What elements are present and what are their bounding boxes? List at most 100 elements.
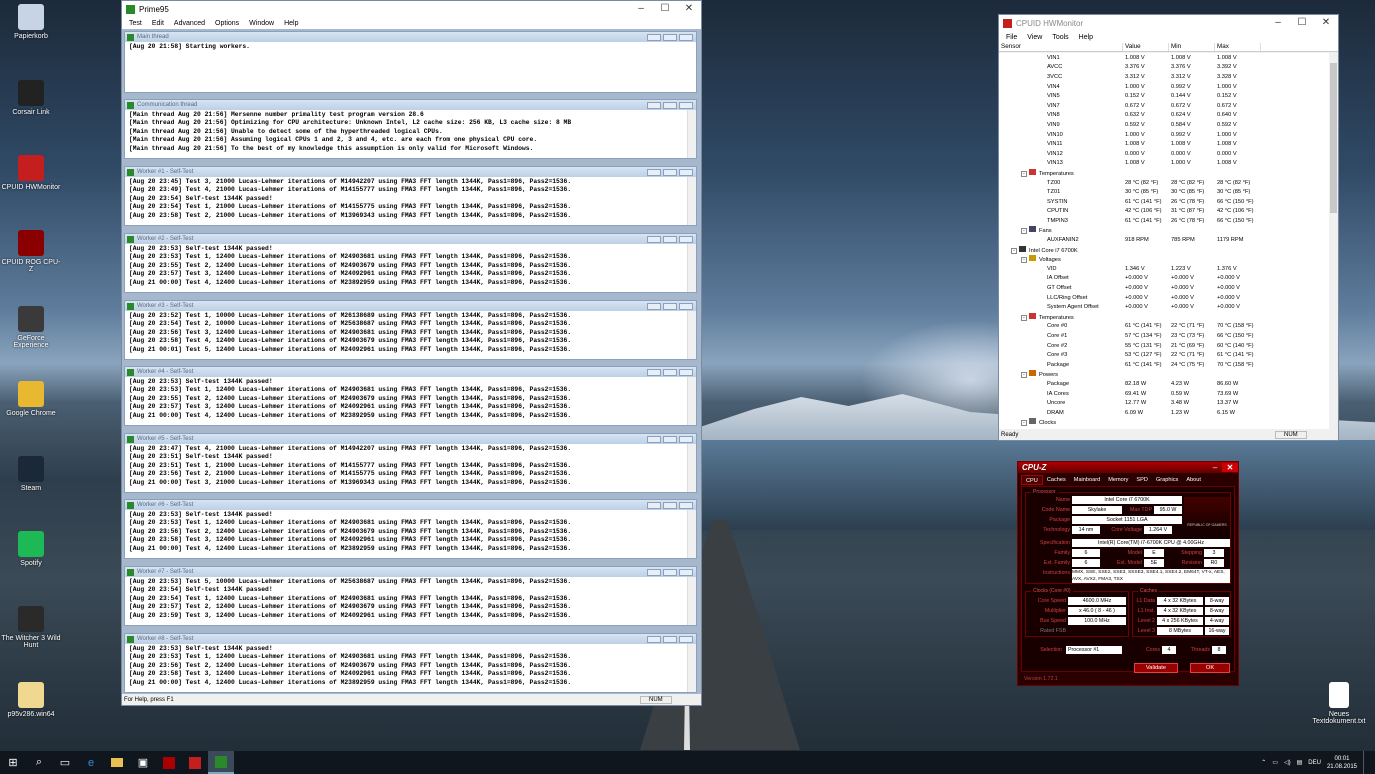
pane-titlebar[interactable]: Worker #7 - Self-Test bbox=[125, 567, 696, 577]
pane-log[interactable]: [Aug 20 23:47] Test 4, 21000 Lucas-Lehme… bbox=[125, 444, 696, 487]
pane-titlebar[interactable]: Worker #6 - Self-Test bbox=[125, 500, 696, 510]
sensor-row[interactable]: IA Cores 69.41 W 0.59 W 73.69 W bbox=[999, 389, 1329, 399]
pane-maximize-button[interactable] bbox=[663, 635, 677, 643]
pane-maximize-button[interactable] bbox=[663, 435, 677, 443]
pane-minimize-button[interactable] bbox=[647, 235, 661, 243]
close-button[interactable]: ✕ bbox=[677, 1, 701, 17]
pane-log[interactable]: [Aug 20 23:53] Self-test 1344K passed! [A… bbox=[125, 510, 696, 553]
notification-icon[interactable]: ▤ bbox=[1297, 759, 1303, 766]
desktop-icon-p95v286-win64[interactable]: p95v286.win64 bbox=[0, 682, 62, 718]
pane-scrollbar[interactable] bbox=[687, 510, 696, 558]
menu-window[interactable]: Window bbox=[244, 20, 279, 27]
sensor-row[interactable]: VIN5 0.152 V 0.144 V 0.152 V bbox=[999, 91, 1329, 101]
desktop-icon-papierkorb[interactable]: Papierkorb bbox=[0, 4, 62, 40]
tab-memory[interactable]: Memory bbox=[1104, 475, 1132, 485]
sensor-row[interactable]: CPUTIN 42 °C (106 °F) 31 °C (87 °F) 42 °C (… bbox=[999, 207, 1329, 217]
sensor-row[interactable]: Core #0 61 °C (141 °F) 22 °C (71 °F) 70 °C … bbox=[999, 322, 1329, 332]
pane-minimize-button[interactable] bbox=[647, 101, 661, 109]
sensor-row[interactable]: TZ00 28 °C (82 °F) 28 °C (82 °F) 28 °C (82 … bbox=[999, 178, 1329, 188]
pane-titlebar[interactable]: Worker #8 - Self-Test bbox=[125, 634, 696, 644]
sensor-row[interactable]: TZ01 30 °C (85 °F) 30 °C (85 °F) 30 °C (85 … bbox=[999, 187, 1329, 197]
tab-about[interactable]: About bbox=[1182, 475, 1205, 485]
sensor-row[interactable]: LLC/Ring Offset +0.000 V +0.000 V +0.000 V bbox=[999, 293, 1329, 303]
sensor-row[interactable]: VIN11 1.008 V 1.008 V 1.008 V bbox=[999, 139, 1329, 149]
sensor-row[interactable]: VIN9 0.592 V 0.584 V 0.592 V bbox=[999, 120, 1329, 130]
column-header-min[interactable]: Min bbox=[1169, 43, 1215, 51]
sensor-row[interactable]: Core #2 55 °C (131 °F) 21 °C (69 °F) 60 °C … bbox=[999, 341, 1329, 351]
sensor-row[interactable]: VIN10 1.000 V 0.992 V 1.000 V bbox=[999, 130, 1329, 140]
pane-worker-4-self-test[interactable]: Worker #4 - Self-Test [Aug 20 23:53] Self… bbox=[124, 366, 697, 426]
sensor-row[interactable]: Package 82.18 W 4.23 W 86.60 W bbox=[999, 379, 1329, 389]
desktop-icon-steam[interactable]: Steam bbox=[0, 456, 62, 492]
minimize-button[interactable]: – bbox=[1266, 15, 1290, 31]
sensor-row[interactable]: 3VCC 3.312 V 3.312 V 3.328 V bbox=[999, 72, 1329, 82]
pane-worker-7-self-test[interactable]: Worker #7 - Self-Test [Aug 20 23:53] Test… bbox=[124, 566, 697, 626]
tab-cpu[interactable]: CPU bbox=[1021, 475, 1043, 485]
pane-close-button[interactable] bbox=[679, 302, 693, 310]
pane-worker-5-self-test[interactable]: Worker #5 - Self-Test [Aug 20 23:47] Test… bbox=[124, 433, 697, 493]
sensor-row[interactable]: AVCC 3.376 V 3.376 V 3.392 V bbox=[999, 63, 1329, 73]
pane-scrollbar[interactable] bbox=[687, 311, 696, 359]
menu-advanced[interactable]: Advanced bbox=[169, 20, 210, 27]
sensor-row[interactable]: VIN7 0.672 V 0.672 V 0.672 V bbox=[999, 101, 1329, 111]
pane-scrollbar[interactable] bbox=[687, 377, 696, 425]
pane-worker-8-self-test[interactable]: Worker #8 - Self-Test [Aug 20 23:53] Self… bbox=[124, 633, 697, 693]
task-view-icon[interactable]: ▭ bbox=[52, 751, 78, 774]
desktop-icon-spotify[interactable]: Spotify bbox=[0, 531, 62, 567]
pane-worker-3-self-test[interactable]: Worker #3 - Self-Test [Aug 20 23:52] Test… bbox=[124, 300, 697, 360]
desktop-icon-corsair-link[interactable]: Corsair Link bbox=[0, 80, 62, 116]
pane-titlebar[interactable]: Worker #3 - Self-Test bbox=[125, 301, 696, 311]
sensor-scrollbar[interactable] bbox=[1329, 53, 1338, 429]
menu-edit[interactable]: Edit bbox=[147, 20, 169, 27]
pane-scrollbar[interactable] bbox=[687, 110, 696, 158]
expand-toggle-icon[interactable]: - bbox=[1021, 420, 1027, 427]
sensor-row[interactable]: VIN8 0.632 V 0.624 V 0.640 V bbox=[999, 111, 1329, 121]
sensor-row[interactable]: VIN1 1.008 V 1.008 V 1.008 V bbox=[999, 53, 1329, 63]
show-desktop-button[interactable] bbox=[1363, 751, 1367, 774]
column-header-sensor[interactable]: Sensor bbox=[999, 43, 1123, 51]
pane-log[interactable]: [Aug 20 23:45] Test 3, 21000 Lucas-Lehme… bbox=[125, 177, 696, 220]
pane-minimize-button[interactable] bbox=[647, 501, 661, 509]
column-header-value[interactable]: Value bbox=[1123, 43, 1169, 51]
validate-button[interactable]: Validate bbox=[1134, 663, 1178, 673]
clock[interactable]: 00:01 21.08.2015 bbox=[1327, 755, 1357, 771]
pane-minimize-button[interactable] bbox=[647, 368, 661, 376]
language-indicator[interactable]: DEU bbox=[1308, 760, 1321, 766]
close-button[interactable]: ✕ bbox=[1314, 15, 1338, 31]
sensor-row[interactable]: VIN13 1.008 V 1.000 V 1.008 V bbox=[999, 159, 1329, 169]
menu-help[interactable]: Help bbox=[1074, 34, 1098, 41]
ok-button[interactable]: OK bbox=[1190, 663, 1230, 673]
cpuz-window[interactable]: CPU-Z – ✕ CPU Caches Mainboard Memory SPD Gra… bbox=[1017, 461, 1239, 686]
sensor-row[interactable]: Core #1 57 °C (134 °F) 23 °C (73 °F) 66 °C … bbox=[999, 331, 1329, 341]
tray-chevron-icon[interactable]: ⌃ bbox=[1261, 759, 1266, 766]
network-icon[interactable]: ▭ bbox=[1272, 759, 1278, 766]
sensor-row[interactable]: TMPIN3 61 °C (141 °F) 26 °C (78 °F) 66 °C (… bbox=[999, 216, 1329, 226]
pane-titlebar[interactable]: Communication thread bbox=[125, 100, 696, 110]
cpuz-taskbar-icon[interactable] bbox=[156, 751, 182, 774]
pane-main-thread[interactable]: Main thread [Aug 20 21:58] Starting worke… bbox=[124, 31, 697, 93]
pane-minimize-button[interactable] bbox=[647, 635, 661, 643]
desktop-icon-geforce-experience[interactable]: GeForce Experience bbox=[0, 306, 62, 349]
pane-minimize-button[interactable] bbox=[647, 168, 661, 176]
pane-titlebar[interactable]: Worker #2 - Self-Test bbox=[125, 234, 696, 244]
pane-titlebar[interactable]: Worker #1 - Self-Test bbox=[125, 167, 696, 177]
pane-titlebar[interactable]: Worker #5 - Self-Test bbox=[125, 434, 696, 444]
edge-icon[interactable]: e bbox=[78, 751, 104, 774]
sensor-row[interactable]: - Temperatures bbox=[999, 312, 1329, 322]
pane-log[interactable]: [Aug 20 21:58] Starting workers. bbox=[125, 42, 696, 51]
desktop-icon-cpuid-rog-cpu-z[interactable]: CPUID ROG CPU-Z bbox=[0, 230, 62, 273]
prime95-window[interactable]: Prime95 – ☐ ✕ Test Edit Advanced Options Win… bbox=[121, 0, 702, 706]
pane-log[interactable]: [Aug 20 23:53] Test 5, 10000 Lucas-Lehme… bbox=[125, 577, 696, 620]
close-button[interactable]: ✕ bbox=[1222, 463, 1238, 472]
minimize-button[interactable]: – bbox=[1208, 463, 1222, 472]
menu-help[interactable]: Help bbox=[279, 20, 303, 27]
pane-close-button[interactable] bbox=[679, 568, 693, 576]
sensor-row[interactable]: - Clocks bbox=[999, 418, 1329, 428]
pane-log[interactable]: [Aug 20 23:53] Self-test 1344K passed! [A… bbox=[125, 377, 696, 420]
maximize-button[interactable]: ☐ bbox=[1290, 15, 1314, 31]
pane-maximize-button[interactable] bbox=[663, 235, 677, 243]
sensor-row[interactable]: GT Offset +0.000 V +0.000 V +0.000 V bbox=[999, 283, 1329, 293]
pane-close-button[interactable] bbox=[679, 501, 693, 509]
desktop-icon-google-chrome[interactable]: Google Chrome bbox=[0, 381, 62, 417]
sensor-row[interactable]: System Agent Offset +0.000 V +0.000 V +0.00… bbox=[999, 302, 1329, 312]
